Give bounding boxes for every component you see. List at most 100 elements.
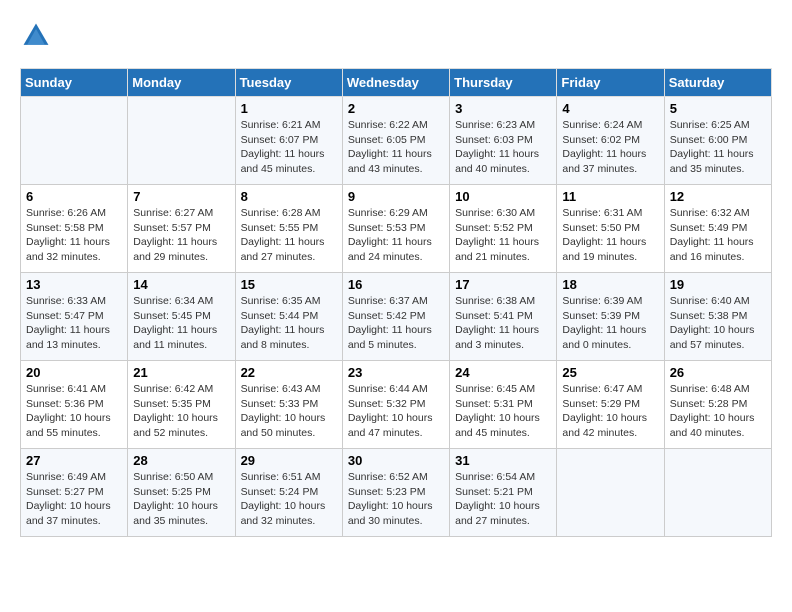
header-row: SundayMondayTuesdayWednesdayThursdayFrid… [21,69,772,97]
calendar-cell: 8 Sunrise: 6:28 AM Sunset: 5:55 PM Daylig… [235,185,342,273]
calendar-table: SundayMondayTuesdayWednesdayThursdayFrid… [20,68,772,537]
day-info: Sunrise: 6:52 AM Sunset: 5:23 PM Dayligh… [348,470,444,529]
day-number: 4 [562,101,658,116]
calendar-cell: 22 Sunrise: 6:43 AM Sunset: 5:33 PM Dayli… [235,361,342,449]
day-info: Sunrise: 6:38 AM Sunset: 5:41 PM Dayligh… [455,294,551,353]
day-number: 26 [670,365,766,380]
calendar-cell: 6 Sunrise: 6:26 AM Sunset: 5:58 PM Daylig… [21,185,128,273]
day-number: 19 [670,277,766,292]
day-header-monday: Monday [128,69,235,97]
calendar-cell: 26 Sunrise: 6:48 AM Sunset: 5:28 PM Dayli… [664,361,771,449]
day-info: Sunrise: 6:47 AM Sunset: 5:29 PM Dayligh… [562,382,658,441]
day-number: 17 [455,277,551,292]
day-info: Sunrise: 6:48 AM Sunset: 5:28 PM Dayligh… [670,382,766,441]
day-number: 25 [562,365,658,380]
day-info: Sunrise: 6:42 AM Sunset: 5:35 PM Dayligh… [133,382,229,441]
calendar-cell [128,97,235,185]
day-number: 30 [348,453,444,468]
day-number: 13 [26,277,122,292]
day-number: 28 [133,453,229,468]
calendar-cell: 9 Sunrise: 6:29 AM Sunset: 5:53 PM Daylig… [342,185,449,273]
calendar-cell: 11 Sunrise: 6:31 AM Sunset: 5:50 PM Dayli… [557,185,664,273]
day-info: Sunrise: 6:27 AM Sunset: 5:57 PM Dayligh… [133,206,229,265]
day-header-saturday: Saturday [664,69,771,97]
day-info: Sunrise: 6:40 AM Sunset: 5:38 PM Dayligh… [670,294,766,353]
calendar-cell: 10Sunrise: 6:30 AM Sunset: 5:52 PM Dayli… [450,185,557,273]
calendar-cell: 5Sunrise: 6:25 AM Sunset: 6:00 PM Daylig… [664,97,771,185]
day-number: 20 [26,365,122,380]
day-number: 31 [455,453,551,468]
day-info: Sunrise: 6:31 AM Sunset: 5:50 PM Dayligh… [562,206,658,265]
day-number: 22 [241,365,337,380]
day-number: 21 [133,365,229,380]
week-row-3: 13 Sunrise: 6:33 AM Sunset: 5:47 PM Dayli… [21,273,772,361]
day-info: Sunrise: 6:35 AM Sunset: 5:44 PM Dayligh… [241,294,337,353]
day-info: Sunrise: 6:49 AM Sunset: 5:27 PM Dayligh… [26,470,122,529]
day-number: 8 [241,189,337,204]
day-info: Sunrise: 6:37 AM Sunset: 5:42 PM Dayligh… [348,294,444,353]
day-info: Sunrise: 6:43 AM Sunset: 5:33 PM Dayligh… [241,382,337,441]
calendar-cell: 31Sunrise: 6:54 AM Sunset: 5:21 PM Dayli… [450,449,557,537]
day-number: 1 [241,101,337,116]
logo [20,20,58,52]
day-info: Sunrise: 6:44 AM Sunset: 5:32 PM Dayligh… [348,382,444,441]
calendar-cell [21,97,128,185]
day-number: 9 [348,189,444,204]
day-number: 10 [455,189,551,204]
day-number: 12 [670,189,766,204]
day-info: Sunrise: 6:41 AM Sunset: 5:36 PM Dayligh… [26,382,122,441]
day-header-tuesday: Tuesday [235,69,342,97]
day-info: Sunrise: 6:33 AM Sunset: 5:47 PM Dayligh… [26,294,122,353]
day-info: Sunrise: 6:45 AM Sunset: 5:31 PM Dayligh… [455,382,551,441]
calendar-cell: 2 Sunrise: 6:22 AM Sunset: 6:05 PM Daylig… [342,97,449,185]
week-row-4: 20 Sunrise: 6:41 AM Sunset: 5:36 PM Dayli… [21,361,772,449]
day-info: Sunrise: 6:32 AM Sunset: 5:49 PM Dayligh… [670,206,766,265]
week-row-1: 1 Sunrise: 6:21 AM Sunset: 6:07 PM Daylig… [21,97,772,185]
day-info: Sunrise: 6:26 AM Sunset: 5:58 PM Dayligh… [26,206,122,265]
day-number: 2 [348,101,444,116]
calendar-cell: 15 Sunrise: 6:35 AM Sunset: 5:44 PM Dayli… [235,273,342,361]
day-number: 15 [241,277,337,292]
day-number: 27 [26,453,122,468]
day-header-thursday: Thursday [450,69,557,97]
calendar-cell: 17 Sunrise: 6:38 AM Sunset: 5:41 PM Dayli… [450,273,557,361]
calendar-cell: 14Sunrise: 6:34 AM Sunset: 5:45 PM Dayli… [128,273,235,361]
calendar-cell: 24 Sunrise: 6:45 AM Sunset: 5:31 PM Dayli… [450,361,557,449]
day-info: Sunrise: 6:50 AM Sunset: 5:25 PM Dayligh… [133,470,229,529]
day-info: Sunrise: 6:24 AM Sunset: 6:02 PM Dayligh… [562,118,658,177]
calendar-cell: 25 Sunrise: 6:47 AM Sunset: 5:29 PM Dayli… [557,361,664,449]
week-row-5: 27 Sunrise: 6:49 AM Sunset: 5:27 PM Dayli… [21,449,772,537]
calendar-cell: 21 Sunrise: 6:42 AM Sunset: 5:35 PM Dayli… [128,361,235,449]
day-info: Sunrise: 6:21 AM Sunset: 6:07 PM Dayligh… [241,118,337,177]
calendar-cell [664,449,771,537]
calendar-cell: 27 Sunrise: 6:49 AM Sunset: 5:27 PM Dayli… [21,449,128,537]
day-info: Sunrise: 6:28 AM Sunset: 5:55 PM Dayligh… [241,206,337,265]
day-header-sunday: Sunday [21,69,128,97]
day-info: Sunrise: 6:29 AM Sunset: 5:53 PM Dayligh… [348,206,444,265]
logo-icon [20,20,52,52]
calendar-cell: 20 Sunrise: 6:41 AM Sunset: 5:36 PM Dayli… [21,361,128,449]
day-number: 24 [455,365,551,380]
day-header-friday: Friday [557,69,664,97]
day-info: Sunrise: 6:39 AM Sunset: 5:39 PM Dayligh… [562,294,658,353]
calendar-cell: 12 Sunrise: 6:32 AM Sunset: 5:49 PM Dayli… [664,185,771,273]
calendar-cell: 30 Sunrise: 6:52 AM Sunset: 5:23 PM Dayli… [342,449,449,537]
day-info: Sunrise: 6:22 AM Sunset: 6:05 PM Dayligh… [348,118,444,177]
day-number: 6 [26,189,122,204]
day-number: 5 [670,101,766,116]
page-header [20,20,772,52]
calendar-cell: 16Sunrise: 6:37 AM Sunset: 5:42 PM Dayli… [342,273,449,361]
calendar-cell: 13 Sunrise: 6:33 AM Sunset: 5:47 PM Dayli… [21,273,128,361]
day-info: Sunrise: 6:34 AM Sunset: 5:45 PM Dayligh… [133,294,229,353]
calendar-cell: 18 Sunrise: 6:39 AM Sunset: 5:39 PM Dayli… [557,273,664,361]
day-number: 18 [562,277,658,292]
calendar-cell: 28 Sunrise: 6:50 AM Sunset: 5:25 PM Dayli… [128,449,235,537]
day-info: Sunrise: 6:23 AM Sunset: 6:03 PM Dayligh… [455,118,551,177]
day-number: 7 [133,189,229,204]
calendar-cell [557,449,664,537]
day-number: 11 [562,189,658,204]
day-number: 23 [348,365,444,380]
calendar-cell: 7 Sunrise: 6:27 AM Sunset: 5:57 PM Daylig… [128,185,235,273]
calendar-cell: 4 Sunrise: 6:24 AM Sunset: 6:02 PM Daylig… [557,97,664,185]
calendar-cell: 23 Sunrise: 6:44 AM Sunset: 5:32 PM Dayli… [342,361,449,449]
